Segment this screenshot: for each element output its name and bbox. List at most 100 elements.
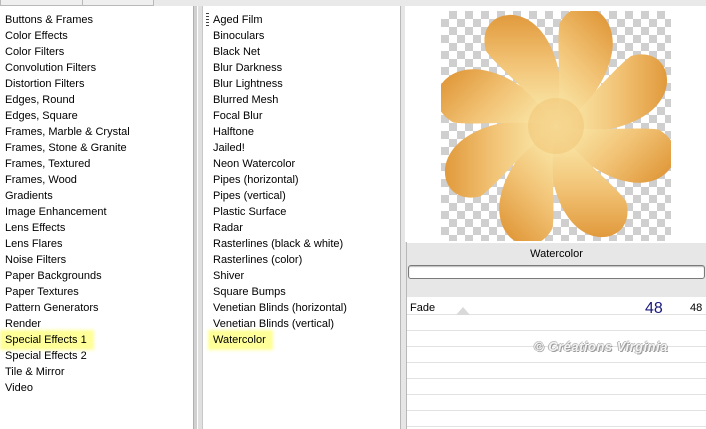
- progress-bar: [408, 265, 705, 279]
- category-item-label: Color Effects: [5, 30, 68, 42]
- category-item[interactable]: Frames, Marble & Crystal: [5, 124, 190, 140]
- filter-item[interactable]: Binoculars: [213, 28, 393, 44]
- flower-center: [528, 98, 584, 154]
- category-item-label: Edges, Square: [5, 110, 78, 122]
- filter-list[interactable]: Aged Film Binoculars Black Net Blur Darknes…: [210, 12, 393, 348]
- filter-item-label: Aged Film: [213, 14, 263, 26]
- filter-item-label: Binoculars: [213, 30, 265, 42]
- filter-item[interactable]: Jailed!: [213, 140, 393, 156]
- filter-item[interactable]: Shiver: [213, 268, 393, 284]
- category-item[interactable]: Render: [5, 316, 190, 332]
- category-item[interactable]: Frames, Textured: [5, 156, 190, 172]
- category-item-label: Frames, Marble & Crystal: [5, 126, 130, 138]
- top-tab-left[interactable]: [0, 0, 84, 6]
- filter-item-selected[interactable]: Watercolor: [210, 332, 393, 348]
- category-item-label: Convolution Filters: [5, 62, 97, 74]
- category-item[interactable]: Color Effects: [5, 28, 190, 44]
- filter-item-label: Neon Watercolor: [213, 158, 296, 170]
- filter-item-label: Pipes (horizontal): [213, 174, 299, 186]
- category-item-label: Color Filters: [5, 46, 65, 58]
- category-item[interactable]: Tile & Mirror: [5, 364, 190, 380]
- row-divider: [407, 330, 706, 331]
- filter-item[interactable]: Focal Blur: [213, 108, 393, 124]
- filter-item[interactable]: Venetian Blinds (horizontal): [213, 300, 393, 316]
- category-item[interactable]: Buttons & Frames: [5, 12, 190, 28]
- watermark: © Créations Virginia: [534, 339, 668, 354]
- category-list[interactable]: Buttons & Frames Color Effects Color Filte…: [2, 12, 190, 396]
- filter-item-label: Rasterlines (color): [213, 254, 303, 266]
- filter-item-label: Pipes (vertical): [213, 190, 286, 202]
- filter-item-label: Focal Blur: [213, 110, 263, 122]
- filter-item-label: Halftone: [213, 126, 254, 138]
- filter-item[interactable]: Square Bumps: [213, 284, 393, 300]
- category-item-label: Gradients: [5, 190, 53, 202]
- category-item[interactable]: Paper Textures: [5, 284, 190, 300]
- category-item-label: Image Enhancement: [5, 206, 107, 218]
- fade-value-readout: 48: [690, 302, 703, 314]
- category-item[interactable]: Video: [5, 380, 190, 396]
- filter-item[interactable]: Neon Watercolor: [213, 156, 393, 172]
- category-item-label: Pattern Generators: [5, 302, 99, 314]
- category-splitter[interactable]: [193, 6, 197, 429]
- filter-item-label: Radar: [213, 222, 243, 234]
- fade-value[interactable]: 48: [645, 300, 663, 318]
- category-item[interactable]: Special Effects 2: [5, 348, 190, 364]
- row-divider: [407, 426, 706, 427]
- filter-item[interactable]: Plastic Surface: [213, 204, 393, 220]
- category-item[interactable]: Noise Filters: [5, 252, 190, 268]
- filter-item[interactable]: Halftone: [213, 124, 393, 140]
- category-item-label: Distortion Filters: [5, 78, 85, 90]
- drag-grip-icon[interactable]: [206, 13, 209, 26]
- filter-item[interactable]: Venetian Blinds (vertical): [213, 316, 393, 332]
- top-tab-right[interactable]: [82, 0, 154, 6]
- filter-item-label: Black Net: [213, 46, 261, 58]
- filter-title: Watercolor: [530, 248, 583, 260]
- row-divider: [407, 394, 706, 395]
- fade-label: Fade: [410, 302, 436, 314]
- category-item-selected[interactable]: Special Effects 1: [2, 332, 190, 348]
- category-item-label: Lens Flares: [5, 238, 63, 250]
- filter-item-label: Blur Darkness: [213, 62, 283, 74]
- category-item-label: Special Effects 1: [2, 332, 92, 348]
- category-item[interactable]: Frames, Wood: [5, 172, 190, 188]
- category-item-label: Tile & Mirror: [5, 366, 65, 378]
- fade-slider-thumb-icon[interactable]: [456, 307, 470, 315]
- filter-item-label: Venetian Blinds (vertical): [213, 318, 335, 330]
- category-item[interactable]: Frames, Stone & Granite: [5, 140, 190, 156]
- category-item-label: Paper Backgrounds: [5, 270, 102, 282]
- filter-item[interactable]: Pipes (horizontal): [213, 172, 393, 188]
- category-item-label: Special Effects 2: [5, 350, 87, 362]
- filter-item[interactable]: Pipes (vertical): [213, 188, 393, 204]
- category-item[interactable]: Edges, Square: [5, 108, 190, 124]
- category-item-label: Buttons & Frames: [5, 14, 94, 26]
- category-item[interactable]: Pattern Generators: [5, 300, 190, 316]
- category-item[interactable]: Gradients: [5, 188, 190, 204]
- filter-item[interactable]: Rasterlines (black & white): [213, 236, 393, 252]
- category-item-label: Noise Filters: [5, 254, 67, 266]
- flower-preview-image: [441, 11, 671, 241]
- filter-item[interactable]: Blur Darkness: [213, 60, 393, 76]
- row-divider: [407, 410, 706, 411]
- filter-item-label: Watercolor: [210, 332, 271, 348]
- filter-item[interactable]: Rasterlines (color): [213, 252, 393, 268]
- filter-item-label: Plastic Surface: [213, 206, 287, 218]
- row-divider: [407, 378, 706, 379]
- filter-list-scrollbar[interactable]: [198, 6, 203, 429]
- category-item[interactable]: Edges, Round: [5, 92, 190, 108]
- filter-item[interactable]: Blurred Mesh: [213, 92, 393, 108]
- filter-item[interactable]: Black Net: [213, 44, 393, 60]
- category-item[interactable]: Distortion Filters: [5, 76, 190, 92]
- filter-item-label: Jailed!: [213, 142, 245, 154]
- filter-item[interactable]: Aged Film: [213, 12, 393, 28]
- category-item[interactable]: Paper Backgrounds: [5, 268, 190, 284]
- category-item[interactable]: Lens Effects: [5, 220, 190, 236]
- category-item[interactable]: Color Filters: [5, 44, 190, 60]
- category-item[interactable]: Convolution Filters: [5, 60, 190, 76]
- category-item-label: Edges, Round: [5, 94, 75, 106]
- filter-item-label: Blur Lightness: [213, 78, 283, 90]
- filter-item[interactable]: Radar: [213, 220, 393, 236]
- category-item[interactable]: Lens Flares: [5, 236, 190, 252]
- filter-item-label: Blurred Mesh: [213, 94, 279, 106]
- filter-item[interactable]: Blur Lightness: [213, 76, 393, 92]
- category-item[interactable]: Image Enhancement: [5, 204, 190, 220]
